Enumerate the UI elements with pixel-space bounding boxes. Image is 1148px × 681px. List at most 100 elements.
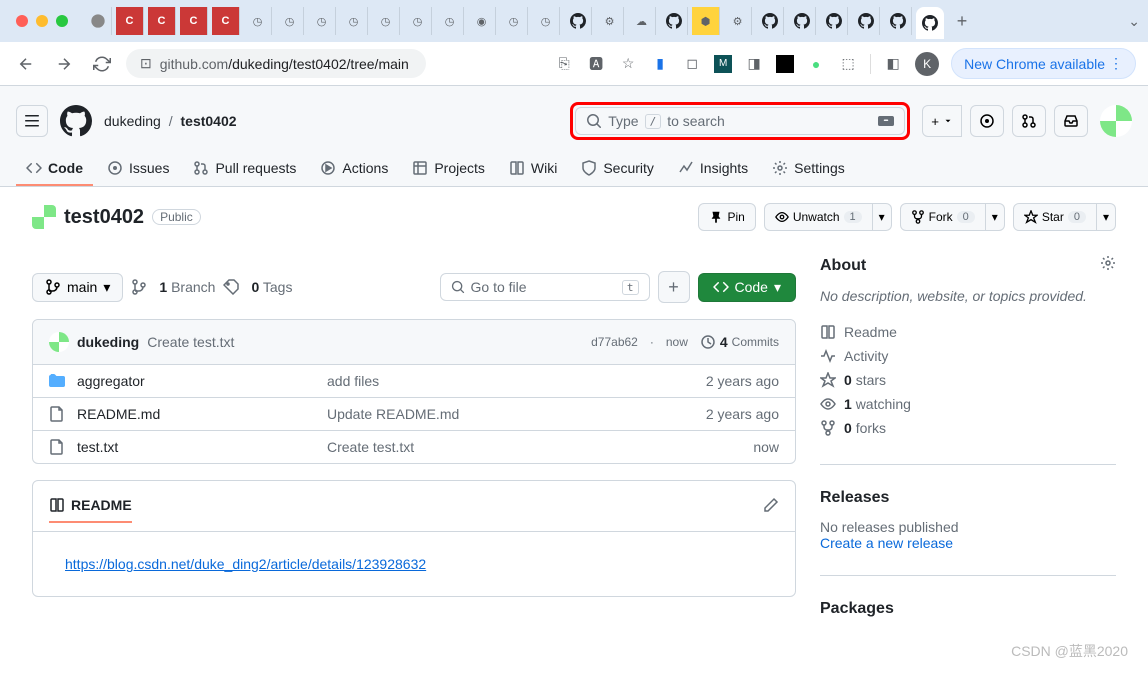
commit-message[interactable]: Create test.txt xyxy=(147,334,234,350)
file-row[interactable]: README.mdUpdate README.md2 years ago xyxy=(33,398,795,431)
browser-tab[interactable] xyxy=(788,7,816,35)
browser-tab[interactable]: ◷ xyxy=(404,7,432,35)
watching-link[interactable]: 1 watching xyxy=(820,392,1116,416)
nav-pull-requests[interactable]: Pull requests xyxy=(183,152,306,186)
file-row[interactable]: aggregatoradd files2 years ago xyxy=(33,365,795,398)
install-icon[interactable]: ⎘ xyxy=(554,54,574,74)
command-palette-icon[interactable] xyxy=(878,113,894,129)
browser-tab[interactable] xyxy=(884,7,912,35)
url-bar[interactable]: ⊡ github.com/dukeding/test0402/tree/main xyxy=(126,49,426,78)
fork-button[interactable]: Fork0 xyxy=(900,203,986,231)
file-row[interactable]: test.txtCreate test.txtnow xyxy=(33,431,795,463)
pin-button[interactable]: Pin xyxy=(698,203,755,231)
maximize-window-icon[interactable] xyxy=(56,15,68,27)
browser-tab[interactable]: ⚙ xyxy=(724,7,752,35)
extension-icon[interactable]: M xyxy=(714,55,732,73)
breadcrumb-repo[interactable]: test0402 xyxy=(181,113,237,129)
browser-tab[interactable]: ◉ xyxy=(468,7,496,35)
add-file-button[interactable]: + xyxy=(658,271,690,303)
extension-icon[interactable]: ◨ xyxy=(744,54,764,74)
create-new-button[interactable]: + xyxy=(922,105,962,137)
browser-tab[interactable]: C xyxy=(116,7,144,35)
browser-tab[interactable]: ⚙ xyxy=(596,7,624,35)
new-tab-button[interactable]: + xyxy=(948,7,976,35)
star-dropdown[interactable]: ▾ xyxy=(1097,203,1116,231)
about-settings-button[interactable] xyxy=(1100,255,1116,276)
browser-tab[interactable] xyxy=(564,7,592,35)
browser-tab[interactable]: C xyxy=(180,7,208,35)
notifications-button[interactable] xyxy=(1054,105,1088,137)
browser-tab[interactable]: ◷ xyxy=(372,7,400,35)
browser-tab[interactable]: ◷ xyxy=(532,7,560,35)
browser-tab[interactable]: ☁ xyxy=(628,7,656,35)
extension-icon[interactable]: ▮ xyxy=(650,54,670,74)
tabs-dropdown-icon[interactable]: ⌄ xyxy=(1128,13,1140,30)
close-window-icon[interactable] xyxy=(16,15,28,27)
browser-tab[interactable]: C xyxy=(212,7,240,35)
file-name-link[interactable]: README.md xyxy=(77,406,160,422)
star-button[interactable]: Star0 xyxy=(1013,203,1097,231)
browser-tab[interactable] xyxy=(660,7,688,35)
bookmark-icon[interactable]: ☆ xyxy=(618,54,638,74)
browser-tab[interactable] xyxy=(820,7,848,35)
back-button[interactable] xyxy=(12,50,40,78)
browser-tab[interactable]: ◷ xyxy=(244,7,272,35)
browser-tab[interactable] xyxy=(852,7,880,35)
browser-tab-active[interactable] xyxy=(916,7,944,39)
activity-link[interactable]: Activity xyxy=(820,344,1116,368)
fork-dropdown[interactable]: ▾ xyxy=(986,203,1005,231)
browser-tab[interactable]: ◷ xyxy=(436,7,464,35)
profile-avatar[interactable]: K xyxy=(915,52,939,76)
forward-button[interactable] xyxy=(50,50,78,78)
latest-commit-bar[interactable]: dukeding Create test.txt d77ab62 · now 4… xyxy=(33,320,795,365)
file-commit-msg[interactable]: add files xyxy=(327,373,706,389)
site-settings-icon[interactable]: ⊡ xyxy=(140,55,152,72)
nav-insights[interactable]: Insights xyxy=(668,152,758,186)
sidepanel-icon[interactable]: ◧ xyxy=(883,54,903,74)
unwatch-dropdown[interactable]: ▾ xyxy=(873,203,892,231)
extensions-icon[interactable]: ⬚ xyxy=(838,54,858,74)
nav-security[interactable]: Security xyxy=(571,152,664,186)
nav-code[interactable]: Code xyxy=(16,152,93,186)
unwatch-button[interactable]: Unwatch1 xyxy=(764,203,873,231)
forks-link[interactable]: 0 forks xyxy=(820,416,1116,440)
file-commit-msg[interactable]: Update README.md xyxy=(327,406,706,422)
minimize-window-icon[interactable] xyxy=(36,15,48,27)
commit-sha[interactable]: d77ab62 xyxy=(591,335,638,349)
commit-author[interactable]: dukeding xyxy=(77,334,139,350)
extension-icon[interactable]: ● xyxy=(806,54,826,74)
translate-icon[interactable]: 🅰 xyxy=(586,54,606,74)
nav-wiki[interactable]: Wiki xyxy=(499,152,567,186)
breadcrumb-owner[interactable]: dukeding xyxy=(104,113,161,129)
code-button[interactable]: Code ▾ xyxy=(698,273,797,302)
browser-tab[interactable]: ◷ xyxy=(340,7,368,35)
branch-count[interactable]: 1 Branch xyxy=(131,279,215,295)
browser-tab[interactable]: ◷ xyxy=(500,7,528,35)
search-input[interactable]: Type / to search xyxy=(575,107,905,135)
file-name-link[interactable]: aggregator xyxy=(77,373,145,389)
pull-requests-button[interactable] xyxy=(1012,105,1046,137)
chrome-update-button[interactable]: New Chrome available ⋮ xyxy=(951,48,1136,79)
github-logo-icon[interactable] xyxy=(60,105,92,137)
readme-tab[interactable]: README xyxy=(49,489,132,523)
nav-projects[interactable]: Projects xyxy=(402,152,495,186)
extension-icon[interactable]: ◻ xyxy=(682,54,702,74)
browser-tab[interactable]: ◷ xyxy=(308,7,336,35)
browser-tab[interactable] xyxy=(756,7,784,35)
commits-link[interactable]: 4 Commits xyxy=(700,334,779,350)
branch-selector[interactable]: main ▾ xyxy=(32,273,123,302)
stars-link[interactable]: 0 stars xyxy=(820,368,1116,392)
file-name-link[interactable]: test.txt xyxy=(77,439,118,455)
browser-tab[interactable] xyxy=(84,7,112,35)
browser-tab[interactable]: ◷ xyxy=(276,7,304,35)
issues-button[interactable] xyxy=(970,105,1004,137)
readme-link[interactable]: https://blog.csdn.net/duke_ding2/article… xyxy=(65,556,426,572)
reload-button[interactable] xyxy=(88,50,116,78)
tags-count[interactable]: 0 Tags xyxy=(223,279,292,295)
readme-link[interactable]: Readme xyxy=(820,320,1116,344)
browser-tab[interactable]: C xyxy=(148,7,176,35)
hamburger-menu-button[interactable] xyxy=(16,105,48,137)
extension-icon[interactable] xyxy=(776,55,794,73)
nav-issues[interactable]: Issues xyxy=(97,152,179,186)
nav-settings[interactable]: Settings xyxy=(762,152,855,186)
